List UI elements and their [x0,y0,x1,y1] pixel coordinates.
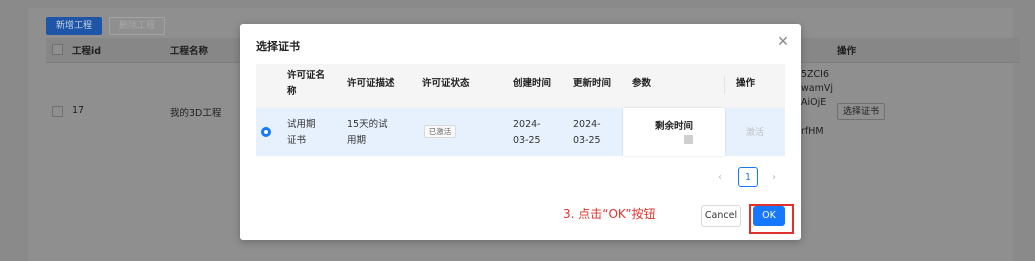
select-certificate-button[interactable]: 选择证书 [837,103,885,120]
select-certificate-modal: 选择证书 ✕ 许可证名称 许可证描述 许可证状态 创建时间 更新时间 参数 操作… [240,24,801,240]
column-header-updated: 更新时间 [573,78,612,89]
add-project-button[interactable]: 新增工程 [46,17,102,35]
select-all-checkbox[interactable] [52,44,63,55]
row-checkbox[interactable] [52,106,63,117]
project-name: 我的3D工程 [170,108,222,119]
activate-link-disabled: 激活 [746,128,765,138]
ok-button[interactable]: OK [753,206,785,226]
config-fragment: 5ZCI6 [801,69,830,80]
config-fragment: rfHM [801,126,824,137]
config-fragment: AiOjE [801,97,827,108]
column-divider [724,76,725,94]
license-name: 试用期证书 [287,119,316,146]
delete-project-button[interactable]: 删除工程 [109,17,165,35]
instruction-annotation: 3. 点击“OK”按钮 [563,207,656,221]
pagination-prev-icon[interactable]: ‹ [718,172,722,183]
column-header-license-status: 许可证状态 [422,78,470,89]
project-id: 17 [72,105,85,116]
column-header-ops: 操作 [736,78,756,89]
row-radio-selected[interactable] [261,127,271,137]
params-icon[interactable] [684,135,693,144]
close-icon[interactable]: ✕ [776,35,790,49]
pagination-current-page[interactable]: 1 [738,167,758,187]
column-header-id: 工程id [72,46,102,57]
config-fragment: wamVj [801,83,833,94]
created-time: 2024-03-25 [513,119,541,146]
column-header-license-name: 许可证名称 [287,70,326,97]
column-header-license-desc: 许可证描述 [347,78,395,89]
column-header-name: 工程名称 [170,46,209,57]
pagination-next-icon[interactable]: › [772,172,776,183]
column-header-created: 创建时间 [513,78,552,89]
modal-title: 选择证书 [256,40,300,53]
status-badge: 已激活 [424,125,456,138]
column-header-params: 参数 [632,78,652,89]
updated-time: 2024-03-25 [573,119,601,146]
params-popover: 剩余时间 [623,108,725,156]
remaining-time-label: 剩余时间 [654,121,693,132]
cancel-button[interactable]: Cancel [701,205,741,227]
column-header-ops: 操作 [837,46,857,57]
license-desc: 15天的试用期 [347,119,388,146]
